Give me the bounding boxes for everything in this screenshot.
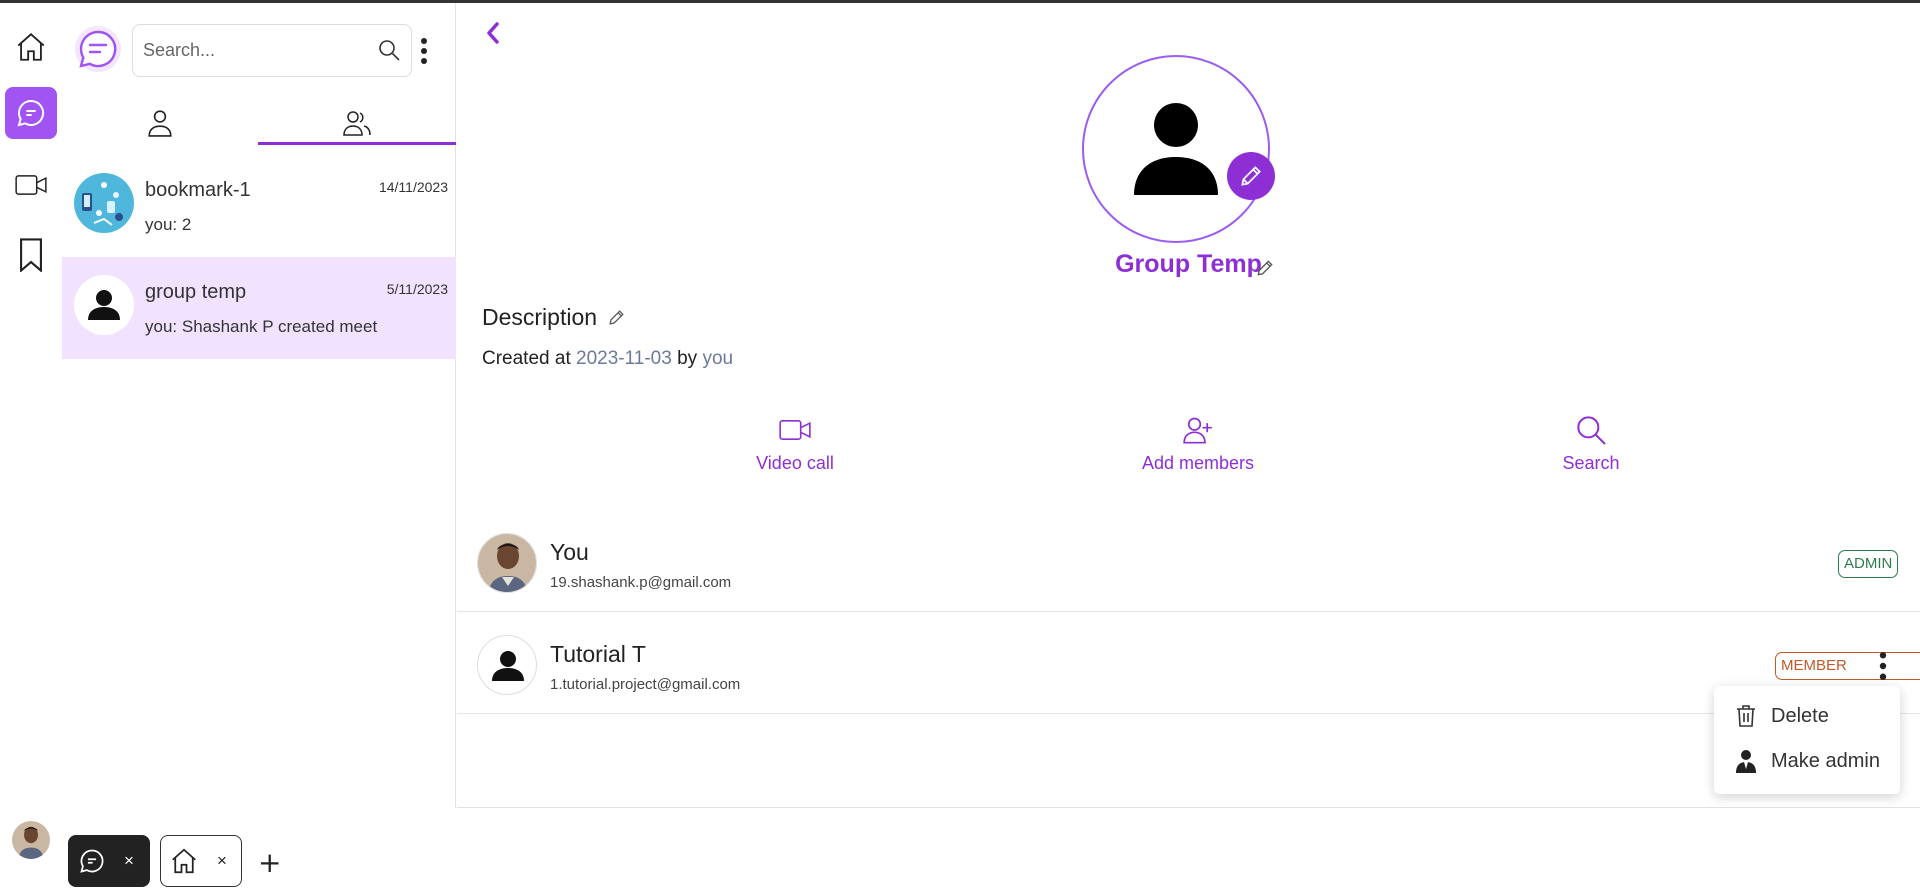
member-avatar [477,533,537,593]
created-by-word: by [677,348,698,369]
menu-item-make-admin[interactable]: Make admin [1714,739,1900,783]
trash-icon [1735,705,1757,727]
bottom-tab-chat[interactable]: × [68,835,150,887]
video-call-label: Video call [756,453,834,473]
conversation-name: bookmark-1 [145,179,251,201]
member-row: You 19.shashank.p@gmail.com ADMIN [457,511,1920,612]
conversation-item-selected[interactable]: group temp you: Shashank P created meet … [62,257,456,359]
member-badge: MEMBER [1775,652,1920,680]
rail-home-button[interactable] [5,21,57,73]
search-input[interactable] [143,25,363,76]
video-camera-icon [15,175,47,195]
video-call-button[interactable]: Video call [705,413,885,474]
member-email: 19.shashank.p@gmail.com [550,574,732,591]
group-icon [343,111,371,136]
menu-item-delete[interactable]: Delete [1714,694,1900,738]
search-box [132,24,412,77]
group-avatar [1082,55,1270,243]
bottom-tab-home[interactable]: × [160,835,242,887]
search-icon [1574,413,1608,447]
pencil-icon [609,310,624,325]
menu-item-label: Delete [1771,704,1829,727]
member-email: 1.tutorial.project@gmail.com [550,676,741,693]
member-row: Tutorial T 1.tutorial.project@gmail.com … [457,613,1920,714]
tab-group-chats[interactable] [258,100,456,146]
search-group-button[interactable]: Search [1501,413,1681,474]
active-tab-indicator [258,142,456,145]
description-label: Description [482,304,598,330]
search-icon[interactable] [377,38,401,62]
pencil-icon [1241,166,1261,186]
member-avatar [477,635,537,695]
conversation-name: group temp [145,281,247,303]
group-name: Group Temp [1115,250,1262,278]
conversation-avatar [74,173,134,233]
admin-badge: ADMIN [1838,550,1899,578]
created-prefix: Created at [482,348,571,369]
add-members-label: Add members [1141,453,1255,473]
member-name: You [550,539,589,565]
conversation-date: 14/11/2023 [378,179,448,195]
created-by: you [702,348,734,369]
chat-icon [17,99,45,127]
edit-avatar-button[interactable] [1227,152,1275,200]
search-label: Search [1562,453,1620,473]
add-members-button[interactable]: Add members [1108,413,1288,474]
conversation-avatar [74,275,134,335]
edit-description-button[interactable] [607,308,626,327]
group-info-panel: Group Temp Description Created at 2023-1… [457,3,1920,808]
conversation-preview: you: 2 [145,215,192,234]
conversation-item[interactable]: bookmark-1 you: 2 14/11/2023 [62,155,456,257]
created-date: 2023-11-03 [576,348,672,369]
conversation-preview: you: Shashank P created meet [145,317,378,336]
close-tab-button[interactable]: × [217,851,227,871]
home-icon [169,846,199,876]
close-tab-button[interactable]: × [124,851,134,871]
app-logo [74,25,122,73]
conversation-date: 5/11/2023 [386,281,448,297]
member-options-icon[interactable] [1876,651,1890,681]
edit-name-button[interactable] [1255,258,1275,278]
home-icon [17,33,45,61]
rail-chat-button[interactable] [5,87,57,139]
person-icon [148,110,172,137]
chat-icon [78,847,106,875]
chevron-left-icon [487,22,499,44]
rail-video-button[interactable] [5,159,57,211]
back-button[interactable] [485,21,501,45]
chat-list-panel: bookmark-1 you: 2 14/11/2023 group temp … [62,3,456,808]
menu-item-label: Make admin [1771,749,1880,772]
member-options-menu: Delete Make admin [1714,686,1900,794]
pencil-icon [1257,260,1273,276]
created-info: Created at 2023-11-03 by you [482,348,733,370]
member-name: Tutorial T [550,641,646,667]
admin-user-icon [1735,749,1757,773]
rail-bookmark-button[interactable] [5,229,57,281]
current-user-avatar[interactable] [12,821,50,859]
bookmark-icon [20,238,42,272]
more-options-icon[interactable] [418,37,430,65]
tab-direct-chats[interactable] [62,100,258,146]
video-camera-icon [778,413,812,447]
add-tab-button[interactable]: + [258,846,281,879]
add-user-icon [1181,413,1215,447]
plus-icon: + [258,846,282,879]
